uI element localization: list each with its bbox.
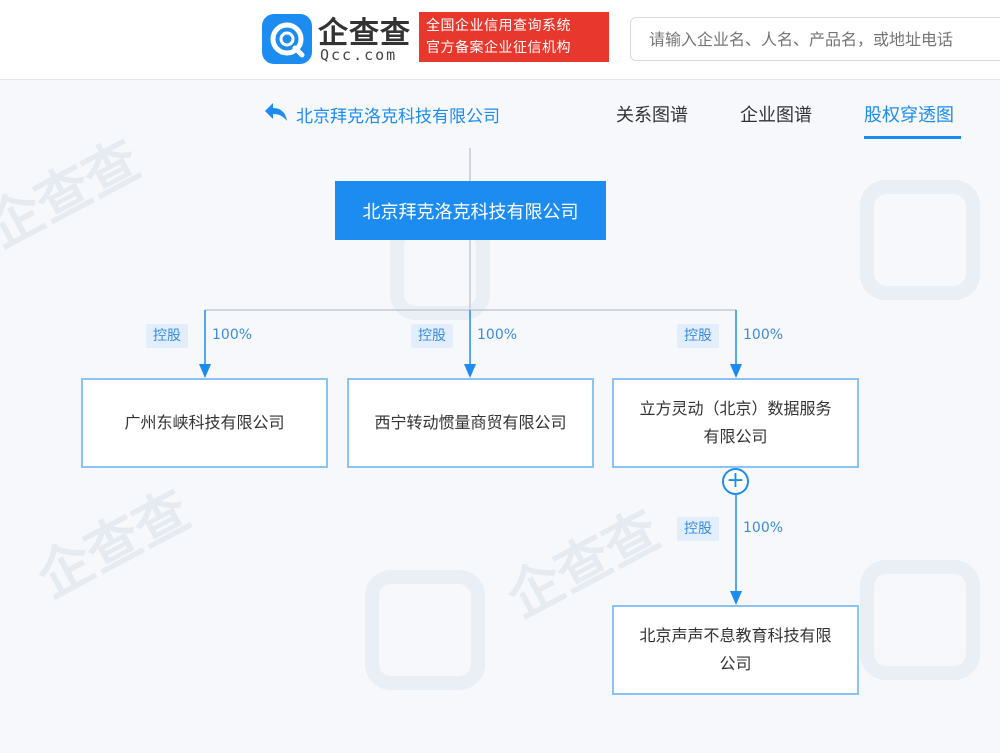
holding-tag: 控股 (146, 324, 188, 348)
share-percent: 100% (477, 327, 518, 343)
share-percent: 100% (212, 327, 253, 343)
arrow-down-icon (730, 591, 742, 605)
arrow-down-icon (199, 364, 211, 378)
root-company-node[interactable]: 北京拜克洛克科技有限公司 (335, 181, 606, 240)
arrow-down-icon (464, 364, 476, 378)
share-percent: 100% (743, 327, 784, 343)
arrow-down-icon (730, 364, 742, 378)
holding-tag: 控股 (411, 324, 453, 348)
sub-subsidiary-node[interactable]: 北京声声不息教育科技有限公司 (612, 605, 859, 695)
subsidiary-node[interactable]: 立方灵动（北京）数据服务有限公司 (612, 378, 859, 468)
subsidiary-node[interactable]: 西宁转动惯量商贸有限公司 (347, 378, 594, 468)
holding-tag: 控股 (677, 324, 719, 348)
subsidiary-node[interactable]: 广州东峡科技有限公司 (81, 378, 328, 468)
expand-node-button[interactable]: + (722, 468, 749, 495)
share-percent: 100% (743, 520, 784, 536)
holding-tag: 控股 (677, 517, 719, 541)
